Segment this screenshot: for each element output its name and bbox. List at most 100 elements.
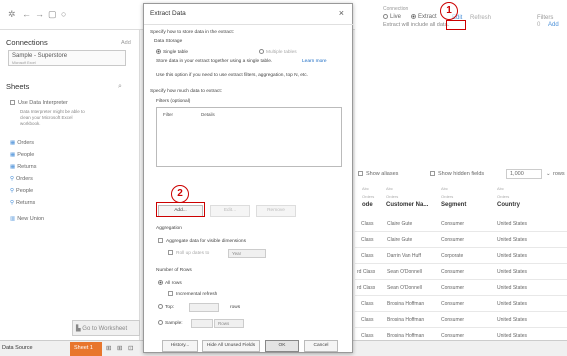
dialog-title: Extract Data [150, 10, 186, 17]
column-source: Orders [386, 194, 399, 199]
extract-radio[interactable]: Extract [411, 14, 437, 20]
new-worksheet-icon[interactable]: ⊞ [106, 344, 111, 352]
column-header[interactable]: Country [497, 202, 520, 208]
edit-filter-button[interactable]: Edit... [210, 205, 250, 217]
sheet-item-named-range-people[interactable]: ⚲ People [10, 188, 33, 194]
forward-icon[interactable]: → [35, 9, 44, 19]
top-rows-radio[interactable]: Top: [158, 304, 174, 310]
column-header[interactable]: Customer Na... [386, 202, 428, 208]
radio-selected-icon[interactable] [156, 49, 161, 54]
table-cell: rd Class [357, 285, 376, 291]
radio-selected-icon[interactable] [411, 14, 416, 19]
filters-list[interactable]: Filter Details [156, 107, 342, 167]
checkbox-icon[interactable] [168, 291, 173, 296]
checkbox-icon[interactable] [158, 238, 163, 243]
top-unit: rows [230, 305, 241, 310]
table-cell: Class [361, 237, 374, 243]
annotation-marker-1: 1 [440, 2, 458, 20]
show-hidden-checkbox[interactable]: Show hidden fields [430, 171, 484, 177]
go-to-worksheet-button[interactable]: ▙ Go to Worksheet [72, 320, 140, 336]
column-header[interactable]: ode [362, 202, 373, 208]
sheet-item-people[interactable]: ▦ People [10, 152, 34, 158]
sheet-tab[interactable]: Sheet 1 [70, 342, 102, 356]
refresh-icon[interactable]: ○ [61, 9, 66, 19]
table-row: Class Brosina Hoffman Consumer United State… [355, 312, 567, 328]
radio-icon[interactable] [383, 14, 388, 19]
all-rows-radio[interactable]: All rows [158, 280, 182, 286]
table-cell: Consumer [441, 333, 465, 339]
table-cell: Class [361, 333, 374, 339]
refresh-extract-link[interactable]: Refresh [470, 15, 491, 21]
column-header[interactable]: Segment [441, 202, 466, 208]
filters-count: 0 [537, 22, 541, 28]
interpreter-label: Use Data Interpreter [18, 100, 68, 106]
rows-suffix: rows [553, 171, 565, 177]
save-icon[interactable]: ▢ [48, 9, 57, 20]
checkbox-icon[interactable] [358, 171, 363, 177]
table-cell: Claire Gute [387, 237, 413, 243]
table-row: Class Claire Gute Consumer United States [355, 216, 567, 232]
hide-unused-fields-button[interactable]: Hide All Unused Fields [202, 340, 260, 352]
ok-button[interactable]: OK [265, 340, 299, 352]
sheet-label: Orders [16, 176, 33, 182]
radio-icon[interactable] [158, 320, 163, 325]
rows-count-input[interactable]: 1,000 [506, 169, 542, 179]
aggregate-visible-checkbox[interactable]: Aggregate data for visible dimensions [158, 238, 246, 244]
checkbox-icon[interactable] [168, 250, 173, 255]
sheet-item-orders[interactable]: ▦ Orders [10, 140, 34, 146]
divider [144, 24, 354, 25]
data-interpreter-checkbox[interactable]: Use Data Interpreter [10, 100, 68, 106]
column-source: Orders [497, 194, 510, 199]
sheet-item-named-range-returns[interactable]: ⚲ Returns [10, 200, 35, 206]
roll-up-dates-checkbox[interactable]: Roll up dates to [168, 250, 209, 256]
back-icon[interactable]: ← [22, 9, 31, 19]
add-connection-link[interactable]: Add [121, 40, 131, 46]
column-source: Orders [441, 194, 454, 199]
table-cell: United States [497, 285, 528, 291]
connection-item[interactable]: Sample - Superstore Microsoft Excel [8, 50, 126, 66]
single-table-radio[interactable]: Single table [156, 49, 188, 55]
new-union-label: New Union [17, 216, 45, 222]
connection-type: Microsoft Excel [12, 61, 36, 65]
close-icon[interactable]: × [339, 8, 344, 18]
sheet-label: Returns [17, 164, 37, 170]
tableau-logo-icon[interactable]: ✲ [8, 9, 16, 20]
cancel-button[interactable]: Cancel [304, 340, 338, 352]
sheet-item-returns[interactable]: ▦ Returns [10, 164, 36, 170]
remove-filter-button[interactable]: Remove [256, 205, 296, 217]
show-aliases-checkbox[interactable]: Show aliases [358, 171, 398, 177]
top-rows-input[interactable] [189, 303, 219, 312]
sheet-item-named-range-orders[interactable]: ⚲ Orders [10, 176, 33, 182]
table-cell: rd Class [357, 269, 376, 275]
history-button[interactable]: History... [162, 340, 198, 352]
table-cell: Consumer [441, 221, 465, 227]
data-source-tab[interactable]: Data Source [2, 345, 33, 351]
table-row: Class Claire Gute Consumer United States [355, 232, 567, 248]
learn-more-link[interactable]: Learn more [302, 59, 327, 64]
sheet-label: People [17, 152, 35, 158]
radio-selected-icon[interactable] [158, 280, 163, 285]
new-dashboard-icon[interactable]: ⊞ [117, 344, 122, 352]
incremental-refresh-checkbox[interactable]: Incremental refresh [168, 291, 217, 297]
filters-label: Filters [537, 15, 554, 21]
table-cell: United States [497, 317, 528, 323]
multiple-tables-label: Multiple tables [266, 49, 297, 55]
connection-name: Sample - Superstore [12, 53, 68, 59]
incremental-label: Incremental refresh [176, 291, 218, 297]
filters-add-link[interactable]: Add [548, 22, 559, 28]
radio-icon[interactable] [259, 49, 264, 54]
column-source: Orders [362, 194, 375, 199]
rows-dropdown-icon[interactable]: ⌄ [546, 171, 551, 177]
live-radio[interactable]: Live [383, 14, 401, 20]
checkbox-icon[interactable] [10, 100, 15, 106]
roll-up-select[interactable]: Year [228, 249, 266, 258]
sample-rows-input[interactable] [191, 319, 213, 328]
new-union-item[interactable]: ▥ New Union [10, 216, 44, 222]
radio-icon[interactable] [158, 304, 163, 309]
checkbox-icon[interactable] [430, 171, 435, 177]
search-icon[interactable]: ⌕ [118, 83, 122, 91]
new-story-icon[interactable]: ⊡ [128, 344, 133, 352]
sample-rows-radio[interactable]: Sample: [158, 320, 183, 326]
sample-unit-select[interactable]: Rows [214, 319, 244, 328]
multiple-tables-radio[interactable]: Multiple tables [259, 49, 297, 55]
